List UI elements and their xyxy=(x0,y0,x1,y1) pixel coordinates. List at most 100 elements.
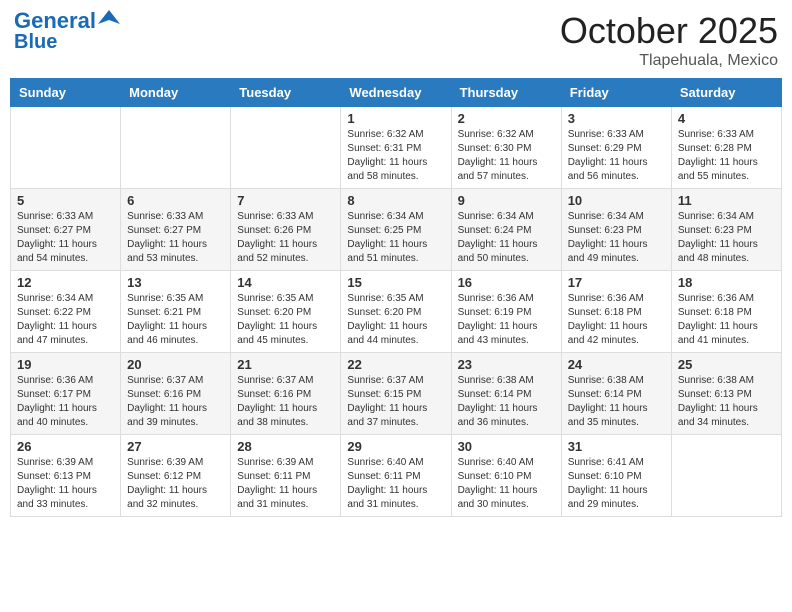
day-info: Sunrise: 6:38 AM Sunset: 6:13 PM Dayligh… xyxy=(678,374,775,430)
weekday-header-wednesday: Wednesday xyxy=(341,79,451,107)
calendar-cell: 13 Sunrise: 6:35 AM Sunset: 6:21 PM Dayli… xyxy=(121,271,231,353)
day-info: Sunrise: 6:36 AM Sunset: 6:18 PM Dayligh… xyxy=(568,292,665,348)
day-number: 1 xyxy=(347,111,444,126)
day-number: 11 xyxy=(678,193,775,208)
day-info: Sunrise: 6:34 AM Sunset: 6:25 PM Dayligh… xyxy=(347,210,444,266)
logo-bird-icon xyxy=(98,8,120,30)
day-info: Sunrise: 6:37 AM Sunset: 6:16 PM Dayligh… xyxy=(237,374,334,430)
calendar-cell: 31Sunrise: 6:41 AM Sunset: 6:10 PM Dayli… xyxy=(561,435,671,517)
day-info: Sunrise: 6:33 AM Sunset: 6:28 PM Dayligh… xyxy=(678,128,775,184)
calendar-week-row: 5 Sunrise: 6:33 AM Sunset: 6:27 PM Daylig… xyxy=(11,189,782,271)
weekday-header-tuesday: Tuesday xyxy=(231,79,341,107)
calendar-cell: 25 Sunrise: 6:38 AM Sunset: 6:13 PM Dayli… xyxy=(671,353,781,435)
calendar-cell: 30 Sunrise: 6:40 AM Sunset: 6:10 PM Dayli… xyxy=(451,435,561,517)
calendar-cell: 21 Sunrise: 6:37 AM Sunset: 6:16 PM Dayli… xyxy=(231,353,341,435)
day-number: 19 xyxy=(17,357,114,372)
day-info: Sunrise: 6:36 AM Sunset: 6:17 PM Dayligh… xyxy=(17,374,114,430)
day-number: 31 xyxy=(568,439,665,454)
calendar-cell: 23 Sunrise: 6:38 AM Sunset: 6:14 PM Dayli… xyxy=(451,353,561,435)
day-info: Sunrise: 6:39 AM Sunset: 6:12 PM Dayligh… xyxy=(127,456,224,512)
day-info: Sunrise: 6:35 AM Sunset: 6:20 PM Dayligh… xyxy=(237,292,334,348)
calendar-cell: 27Sunrise: 6:39 AM Sunset: 6:12 PM Dayli… xyxy=(121,435,231,517)
day-info: Sunrise: 6:33 AM Sunset: 6:27 PM Dayligh… xyxy=(17,210,114,266)
calendar-cell: 7Sunrise: 6:33 AM Sunset: 6:26 PM Daylig… xyxy=(231,189,341,271)
day-info: Sunrise: 6:34 AM Sunset: 6:22 PM Dayligh… xyxy=(17,292,114,348)
day-info: Sunrise: 6:38 AM Sunset: 6:14 PM Dayligh… xyxy=(568,374,665,430)
day-info: Sunrise: 6:39 AM Sunset: 6:11 PM Dayligh… xyxy=(237,456,334,512)
day-number: 6 xyxy=(127,193,224,208)
calendar-cell: 26 Sunrise: 6:39 AM Sunset: 6:13 PM Dayli… xyxy=(11,435,121,517)
calendar-cell xyxy=(121,107,231,189)
day-info: Sunrise: 6:34 AM Sunset: 6:23 PM Dayligh… xyxy=(568,210,665,266)
day-number: 4 xyxy=(678,111,775,126)
calendar-cell: 11Sunrise: 6:34 AM Sunset: 6:23 PM Dayli… xyxy=(671,189,781,271)
calendar-cell xyxy=(231,107,341,189)
logo: General Blue xyxy=(14,10,120,53)
day-info: Sunrise: 6:40 AM Sunset: 6:11 PM Dayligh… xyxy=(347,456,444,512)
day-number: 16 xyxy=(458,275,555,290)
calendar-cell: 10 Sunrise: 6:34 AM Sunset: 6:23 PM Dayli… xyxy=(561,189,671,271)
day-number: 13 xyxy=(127,275,224,290)
day-info: Sunrise: 6:32 AM Sunset: 6:31 PM Dayligh… xyxy=(347,128,444,184)
calendar-cell xyxy=(11,107,121,189)
calendar-cell: 4 Sunrise: 6:33 AM Sunset: 6:28 PM Daylig… xyxy=(671,107,781,189)
day-number: 28 xyxy=(237,439,334,454)
calendar-cell: 24Sunrise: 6:38 AM Sunset: 6:14 PM Dayli… xyxy=(561,353,671,435)
day-info: Sunrise: 6:35 AM Sunset: 6:21 PM Dayligh… xyxy=(127,292,224,348)
day-info: Sunrise: 6:33 AM Sunset: 6:29 PM Dayligh… xyxy=(568,128,665,184)
calendar-cell xyxy=(671,435,781,517)
day-info: Sunrise: 6:37 AM Sunset: 6:16 PM Dayligh… xyxy=(127,374,224,430)
calendar-week-row: 26 Sunrise: 6:39 AM Sunset: 6:13 PM Dayli… xyxy=(11,435,782,517)
calendar-cell: 2 Sunrise: 6:32 AM Sunset: 6:30 PM Daylig… xyxy=(451,107,561,189)
calendar-cell: 14 Sunrise: 6:35 AM Sunset: 6:20 PM Dayli… xyxy=(231,271,341,353)
day-number: 2 xyxy=(458,111,555,126)
calendar-week-row: 1 Sunrise: 6:32 AM Sunset: 6:31 PM Daylig… xyxy=(11,107,782,189)
calendar-cell: 15 Sunrise: 6:35 AM Sunset: 6:20 PM Dayli… xyxy=(341,271,451,353)
day-info: Sunrise: 6:35 AM Sunset: 6:20 PM Dayligh… xyxy=(347,292,444,348)
calendar-cell: 5 Sunrise: 6:33 AM Sunset: 6:27 PM Daylig… xyxy=(11,189,121,271)
day-info: Sunrise: 6:38 AM Sunset: 6:14 PM Dayligh… xyxy=(458,374,555,430)
weekday-header-friday: Friday xyxy=(561,79,671,107)
calendar-week-row: 12 Sunrise: 6:34 AM Sunset: 6:22 PM Dayli… xyxy=(11,271,782,353)
calendar-cell: 16 Sunrise: 6:36 AM Sunset: 6:19 PM Dayli… xyxy=(451,271,561,353)
day-info: Sunrise: 6:34 AM Sunset: 6:24 PM Dayligh… xyxy=(458,210,555,266)
calendar-cell: 9 Sunrise: 6:34 AM Sunset: 6:24 PM Daylig… xyxy=(451,189,561,271)
day-number: 21 xyxy=(237,357,334,372)
day-info: Sunrise: 6:33 AM Sunset: 6:27 PM Dayligh… xyxy=(127,210,224,266)
day-info: Sunrise: 6:32 AM Sunset: 6:30 PM Dayligh… xyxy=(458,128,555,184)
day-number: 5 xyxy=(17,193,114,208)
calendar-cell: 6 Sunrise: 6:33 AM Sunset: 6:27 PM Daylig… xyxy=(121,189,231,271)
day-number: 9 xyxy=(458,193,555,208)
day-number: 3 xyxy=(568,111,665,126)
weekday-header-monday: Monday xyxy=(121,79,231,107)
logo-text-blue: Blue xyxy=(14,31,57,53)
day-number: 29 xyxy=(347,439,444,454)
day-number: 7 xyxy=(237,193,334,208)
day-info: Sunrise: 6:40 AM Sunset: 6:10 PM Dayligh… xyxy=(458,456,555,512)
day-number: 8 xyxy=(347,193,444,208)
month-title: October 2025 xyxy=(560,10,778,52)
day-number: 25 xyxy=(678,357,775,372)
day-info: Sunrise: 6:36 AM Sunset: 6:19 PM Dayligh… xyxy=(458,292,555,348)
day-info: Sunrise: 6:36 AM Sunset: 6:18 PM Dayligh… xyxy=(678,292,775,348)
location-title: Tlapehuala, Mexico xyxy=(560,52,778,70)
day-number: 18 xyxy=(678,275,775,290)
calendar-cell: 3 Sunrise: 6:33 AM Sunset: 6:29 PM Daylig… xyxy=(561,107,671,189)
calendar-cell: 12 Sunrise: 6:34 AM Sunset: 6:22 PM Dayli… xyxy=(11,271,121,353)
day-number: 26 xyxy=(17,439,114,454)
calendar-week-row: 19 Sunrise: 6:36 AM Sunset: 6:17 PM Dayli… xyxy=(11,353,782,435)
title-section: October 2025 Tlapehuala, Mexico xyxy=(560,10,778,70)
logo-text-general: General xyxy=(14,10,96,32)
day-number: 20 xyxy=(127,357,224,372)
day-number: 30 xyxy=(458,439,555,454)
day-info: Sunrise: 6:39 AM Sunset: 6:13 PM Dayligh… xyxy=(17,456,114,512)
calendar-cell: 28 Sunrise: 6:39 AM Sunset: 6:11 PM Dayli… xyxy=(231,435,341,517)
calendar-cell: 1 Sunrise: 6:32 AM Sunset: 6:31 PM Daylig… xyxy=(341,107,451,189)
day-number: 10 xyxy=(568,193,665,208)
page-header: General Blue October 2025 Tlapehuala, Me… xyxy=(10,10,782,70)
calendar-cell: 17Sunrise: 6:36 AM Sunset: 6:18 PM Dayli… xyxy=(561,271,671,353)
day-number: 23 xyxy=(458,357,555,372)
day-number: 14 xyxy=(237,275,334,290)
day-number: 15 xyxy=(347,275,444,290)
day-number: 12 xyxy=(17,275,114,290)
